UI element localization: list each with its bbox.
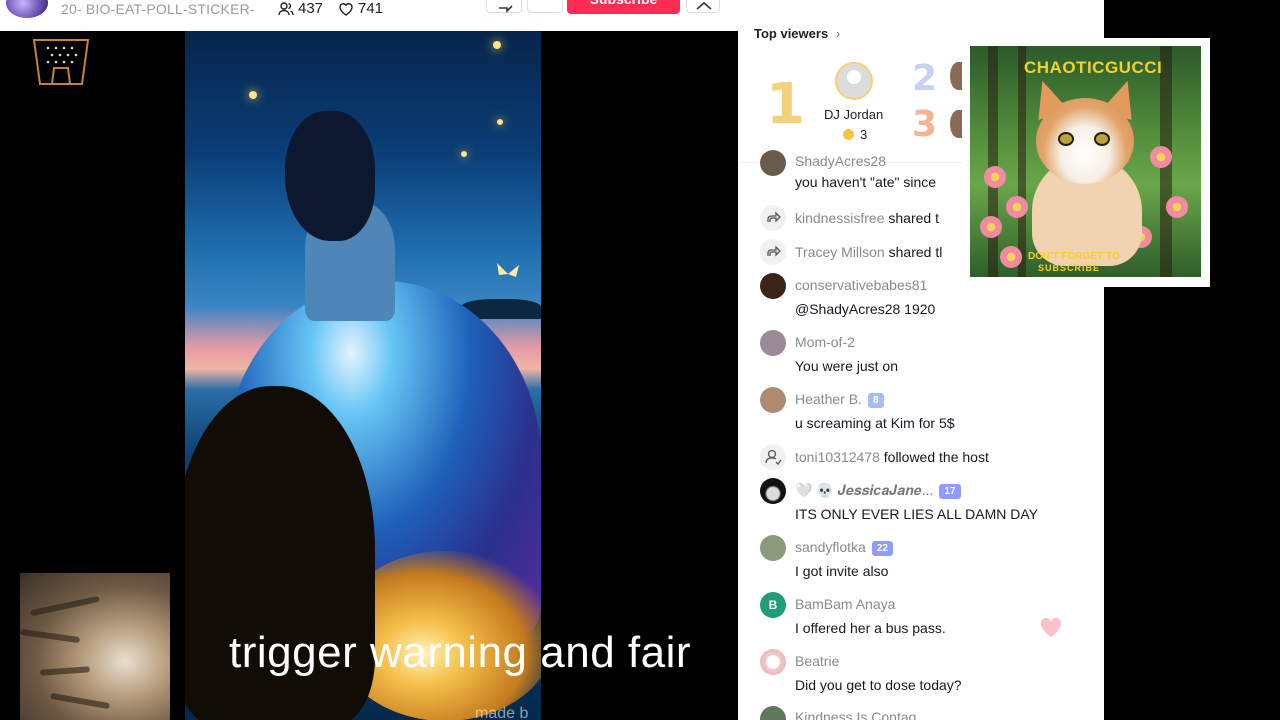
rank-number: 1 xyxy=(766,72,805,137)
top-viewer-coins: 3 xyxy=(843,127,867,142)
chat-text: I offered her a bus pass. xyxy=(795,620,946,636)
host-avatar[interactable] xyxy=(6,0,48,18)
user-avatar[interactable] xyxy=(760,706,786,720)
like-count: 741 xyxy=(358,0,384,17)
chat-username[interactable]: Kindness Is Contag xyxy=(795,709,916,720)
like-count-stat: 741 xyxy=(338,0,383,17)
chat-text: u screaming at Kim for 5$ xyxy=(795,415,955,431)
heart-outline-icon xyxy=(339,2,353,16)
coin-count: 3 xyxy=(860,127,868,142)
promo-line-2: SUBSCRIBE xyxy=(1038,263,1101,273)
chat-username[interactable]: conservativebabes81 xyxy=(795,277,927,293)
tip-jar-icon xyxy=(32,39,90,85)
swap-icon xyxy=(696,1,712,10)
event-action: shared t xyxy=(888,210,939,226)
butterfly-icon xyxy=(497,263,519,277)
top-viewers-link[interactable]: Top viewers › xyxy=(754,26,840,41)
chat-username[interactable]: kindnessisfree xyxy=(795,210,885,226)
chat-message: sandyflotka 22 I got invite also xyxy=(760,535,1090,581)
chat-username-row: 🤍 💀 𝑱𝒆𝒔𝒔𝒊𝒄𝒂𝑱𝒂𝒏𝒆... 17 xyxy=(795,482,961,499)
chat-message: Heather B. 8 u screaming at Kim for 5$ xyxy=(760,387,1090,433)
chevron-right-icon: › xyxy=(835,26,841,41)
chat-message: Beatrie Did you get to dose today? xyxy=(760,649,1090,695)
viewer-count: 437 xyxy=(298,0,324,17)
cat-eye xyxy=(1058,132,1074,146)
fan-level-badge: 8 xyxy=(867,393,884,408)
chat-text: Did you get to dose today? xyxy=(795,677,962,693)
stream-screen: 20- BIO-EAT-POLL-STICKER- 437 741 Subscr… xyxy=(0,0,1280,720)
stream-video[interactable]: made b xyxy=(185,31,541,720)
floating-heart-icon xyxy=(1040,618,1062,637)
coin-icon xyxy=(843,129,854,140)
cat-artwork: CHAOTICGUCCI DON'T FORGET TO SUBSCRIBE xyxy=(970,46,1201,277)
top-viewer-avatar[interactable] xyxy=(835,62,873,100)
event-line: Tracey Millson shared tl xyxy=(795,244,942,260)
follow-event: toni10312478 followed the host xyxy=(760,444,1090,470)
chat-username[interactable]: Mom-of-2 xyxy=(795,334,855,350)
subtitle-caption: trigger warning and fair xyxy=(229,628,692,677)
cat-promo-overlay: CHAOTICGUCCI DON'T FORGET TO SUBSCRIBE xyxy=(962,38,1210,287)
chat-username[interactable]: 🤍 💀 𝑱𝒆𝒔𝒔𝒊𝒄𝒂𝑱𝒂𝒏𝒆... xyxy=(795,482,933,498)
stream-title: 20- BIO-EAT-POLL-STICKER- xyxy=(61,1,255,17)
figure-hair xyxy=(285,111,375,241)
chat-message: Mom-of-2 You were just on xyxy=(760,330,1090,376)
glow-light xyxy=(493,41,501,49)
event-line: kindnessisfree shared t xyxy=(795,210,939,226)
chat-text: you haven't "ate" since xyxy=(795,174,937,190)
more-button[interactable] xyxy=(527,0,563,13)
event-action: followed the host xyxy=(883,449,989,465)
video-watermark: made b xyxy=(475,705,529,720)
chat-username[interactable]: Heather B. xyxy=(795,391,862,407)
chat-username[interactable]: BamBam Anaya xyxy=(795,596,895,612)
chat-text: @ShadyAcres28 1920 xyxy=(795,301,936,317)
share-icon xyxy=(760,239,786,265)
event-action: shared tl xyxy=(888,244,943,260)
collapse-button[interactable] xyxy=(686,0,720,13)
cat-eye xyxy=(1094,132,1110,146)
chat-username[interactable]: toni10312478 xyxy=(795,449,880,465)
letter-avatar[interactable]: B xyxy=(760,592,786,618)
follow-icon xyxy=(760,444,786,470)
user-avatar[interactable] xyxy=(760,273,786,299)
user-avatar[interactable] xyxy=(760,387,786,413)
people-icon xyxy=(278,1,294,15)
chat-username-row: sandyflotka 22 xyxy=(795,539,893,556)
user-avatar[interactable] xyxy=(760,649,786,675)
fan-level-badge: 22 xyxy=(871,541,893,556)
user-avatar[interactable] xyxy=(760,330,786,356)
viewer-count-stat: 437 xyxy=(278,0,323,17)
rank-number: 2 xyxy=(912,58,938,99)
fan-level-badge: 17 xyxy=(939,484,961,499)
chat-text: I got invite also xyxy=(795,563,889,579)
share-arrow-icon xyxy=(499,5,513,13)
chat-username-row: Heather B. 8 xyxy=(795,391,884,408)
chat-username[interactable]: Tracey Millson xyxy=(795,244,885,260)
chat-username[interactable]: sandyflotka xyxy=(795,539,866,555)
glow-light xyxy=(497,119,503,125)
promo-brand: CHAOTICGUCCI xyxy=(1024,58,1163,77)
promo-line-1: DON'T FORGET TO xyxy=(1028,251,1120,262)
chat-username[interactable]: ShadyAcres28 xyxy=(795,153,886,169)
top-viewer-name[interactable]: DJ Jordan xyxy=(824,107,883,122)
share-button[interactable] xyxy=(486,0,522,13)
event-line: toni10312478 followed the host xyxy=(795,449,989,465)
chat-text: ITS ONLY EVER LIES ALL DAMN DAY xyxy=(795,506,1039,522)
top-viewers-heading: Top viewers xyxy=(754,26,829,41)
share-icon xyxy=(760,205,786,231)
glow-light xyxy=(461,151,467,157)
user-avatar[interactable] xyxy=(760,150,786,176)
user-avatar[interactable] xyxy=(760,478,786,504)
chat-username[interactable]: Beatrie xyxy=(795,653,839,669)
stream-header: 20- BIO-EAT-POLL-STICKER- 437 741 Subscr… xyxy=(0,0,738,31)
cat-photo xyxy=(20,573,170,720)
user-avatar[interactable] xyxy=(760,535,786,561)
chat-text: You were just on xyxy=(795,358,898,374)
rank-number: 3 xyxy=(912,104,938,145)
chat-message: 🤍 💀 𝑱𝒆𝒔𝒔𝒊𝒄𝒂𝑱𝒂𝒏𝒆... 17 ITS ONLY EVER LIES … xyxy=(760,478,1090,524)
glow-light xyxy=(249,91,257,99)
subscribe-button[interactable]: Subscribe xyxy=(567,0,680,14)
cat-head xyxy=(1036,98,1134,184)
chat-message: Kindness Is Contag xyxy=(760,706,1090,720)
